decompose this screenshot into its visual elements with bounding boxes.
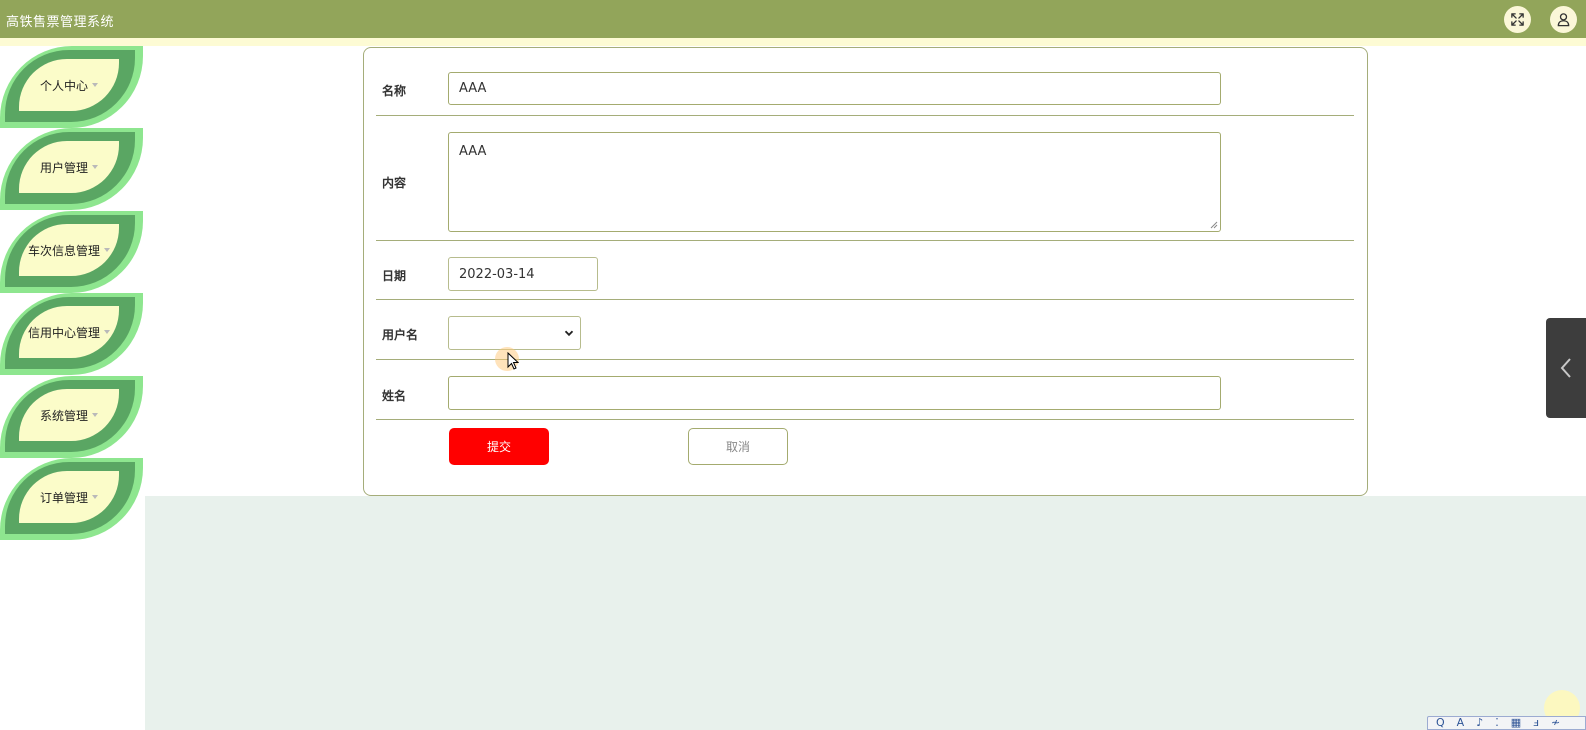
sidebar-item-label: 用户管理 [39,160,88,175]
form-row-username: 用户名 [376,300,1354,360]
edit-form: 名称 AAA 内容 AAA 日期 2022-03-14 用户名 姓名 提交 取消 [363,47,1368,496]
name-input[interactable]: AAA [448,72,1221,105]
form-row-realname: 姓名 [376,360,1354,420]
sidebar-item-system-management[interactable]: 系统管理 [0,376,145,458]
caret-down-icon [92,495,98,499]
form-row-date: 日期 2022-03-14 [376,241,1354,300]
tray-item[interactable]: A [1457,717,1465,729]
sidebar-item-credit-center[interactable]: 信用中心管理 [0,293,145,375]
caret-down-icon [92,413,98,417]
user-icon[interactable] [1550,6,1577,33]
content-textarea[interactable]: AAA [448,132,1221,232]
tray-item[interactable]: ♪ [1476,717,1483,729]
tray-item[interactable]: Q [1436,717,1445,729]
caret-down-icon [92,165,98,169]
username-label: 用户名 [382,328,419,342]
sidebar-item-label: 信用中心管理 [27,325,100,340]
realname-input[interactable] [448,376,1221,410]
top-header: 高铁售票管理系统 [0,0,1586,38]
content-label: 内容 [382,176,407,190]
chevron-left-icon [1560,358,1571,378]
form-row-name: 名称 AAA [376,48,1354,116]
resize-handle-icon[interactable] [1210,221,1218,229]
ime-toolbar[interactable]: Q A ♪ ⁚ ▦ ⅎ ≁ [1427,716,1586,730]
fullscreen-icon[interactable] [1504,6,1531,33]
sidebar-item-personal-center[interactable]: 个人中心 [0,46,145,128]
realname-label: 姓名 [382,389,407,403]
sidebar-item-label: 系统管理 [39,408,88,423]
header-underline [0,38,1586,46]
sidebar-item-order-management[interactable]: 订单管理 [0,458,145,540]
sidebar-item-label: 个人中心 [39,78,88,93]
chevron-down-icon [564,330,574,337]
caret-down-icon [92,83,98,87]
caret-down-icon [104,330,110,334]
form-row-content: 内容 AAA [376,116,1354,241]
sidebar-item-label: 车次信息管理 [27,243,100,258]
sidebar-item-user-management[interactable]: 用户管理 [0,128,145,210]
cancel-button[interactable]: 取消 [688,428,788,465]
date-input[interactable]: 2022-03-14 [448,257,598,291]
sidebar-item-label: 订单管理 [39,490,88,505]
content-text: AAA [459,144,487,159]
tray-item[interactable]: ⅎ [1533,717,1539,729]
tray-item[interactable]: ⁚ [1495,717,1499,729]
mouse-cursor-icon [507,352,519,370]
drawer-toggle-button[interactable] [1546,318,1586,418]
date-label: 日期 [382,269,407,283]
username-select[interactable] [448,316,581,350]
submit-button[interactable]: 提交 [449,428,549,465]
tray-item[interactable]: ≁ [1551,717,1560,729]
tray-item[interactable]: ▦ [1511,717,1521,729]
sidebar-item-train-info[interactable]: 车次信息管理 [0,211,145,293]
sidebar: 个人中心 用户管理 车次信息管理 信用中心管理 系统管理 订单管理 [0,46,145,730]
app-title: 高铁售票管理系统 [6,15,115,30]
caret-down-icon [104,248,110,252]
name-label: 名称 [382,84,407,98]
